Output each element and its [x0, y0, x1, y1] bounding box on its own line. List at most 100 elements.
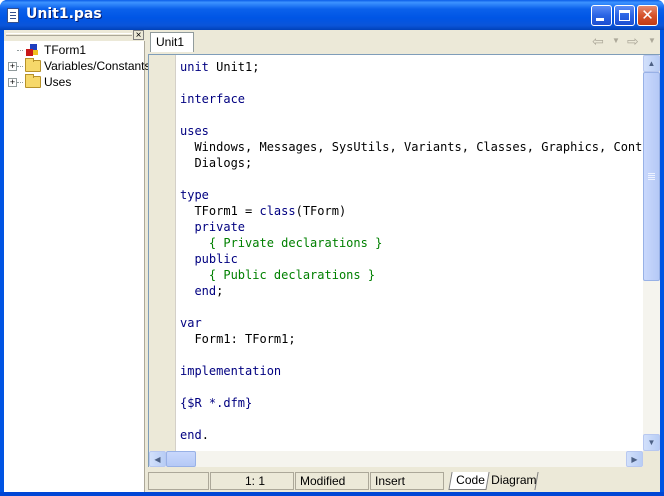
code-line[interactable]: [180, 299, 643, 315]
tree-item[interactable]: + Variables/Constants: [4, 58, 151, 74]
expand-icon[interactable]: +: [8, 62, 17, 71]
code-line[interactable]: type: [180, 187, 643, 203]
code-line[interactable]: { Private declarations }: [180, 235, 643, 251]
code-line[interactable]: [180, 171, 643, 187]
code-line[interactable]: [180, 75, 643, 91]
vertical-scrollbar[interactable]: ▲ ▼: [643, 55, 660, 451]
code-token: TForm1 =: [180, 204, 260, 218]
code-token: .: [201, 428, 209, 442]
forward-arrow-icon[interactable]: ⇨: [627, 33, 639, 49]
tree-connector: [17, 82, 23, 83]
keyword-token: end: [194, 284, 217, 298]
code-line[interactable]: end;: [180, 283, 643, 299]
status-panel-blank: [148, 472, 209, 490]
folder-icon: [25, 74, 41, 88]
title-bar[interactable]: Unit1.pas ✕: [0, 0, 664, 30]
code-line[interactable]: public: [180, 251, 643, 267]
tab-diagram-label: Diagram: [491, 473, 537, 487]
code-token: (TForm): [295, 204, 347, 218]
status-bar: 1: 1 Modified Insert Code Diagram: [148, 470, 660, 492]
insert-mode-indicator: Insert: [370, 472, 444, 490]
code-line[interactable]: var: [180, 315, 643, 331]
expand-icon[interactable]: +: [8, 78, 17, 87]
code-line[interactable]: end.: [180, 427, 643, 443]
keyword-token: unit: [180, 60, 209, 74]
explorer-close-button[interactable]: ×: [133, 30, 144, 41]
code-line[interactable]: uses: [180, 123, 643, 139]
code-line[interactable]: private: [180, 219, 643, 235]
code-line[interactable]: unit Unit1;: [180, 59, 643, 75]
tree-item-label: Variables/Constants: [44, 59, 151, 73]
explorer-tree: TForm1 + Variables/Constants + Uses: [4, 42, 151, 90]
tab-diagram[interactable]: Diagram: [485, 472, 539, 490]
code-line[interactable]: TForm1 = class(TForm): [180, 203, 643, 219]
folder-icon: [25, 58, 41, 72]
scroll-left-button[interactable]: ◀: [149, 451, 166, 467]
keyword-token: uses: [180, 124, 209, 138]
keyword-token: {$R *.dfm}: [180, 396, 253, 410]
scroll-corner: [643, 451, 660, 467]
explorer-header: ×: [4, 30, 145, 41]
minimize-icon: [596, 18, 604, 21]
window-title: Unit1.pas: [26, 6, 102, 22]
keyword-token: type: [180, 188, 209, 202]
code-token: ;: [216, 284, 224, 298]
tab-unit1[interactable]: Unit1: [150, 32, 194, 52]
editor-tab-bar: Unit1 ⇦ ▼ ⇨ ▼: [146, 30, 660, 52]
maximize-button[interactable]: [614, 5, 635, 26]
code-line[interactable]: Windows, Messages, SysUtils, Variants, C…: [180, 139, 643, 155]
keyword-token: end: [180, 428, 202, 442]
keyword-token: private: [194, 220, 246, 234]
code-token: Form1: TForm1;: [180, 332, 296, 346]
horizontal-scrollbar[interactable]: ◀ ▶: [149, 451, 643, 467]
window-frame-bottom: [0, 492, 664, 496]
tree-item[interactable]: + Uses: [4, 74, 144, 90]
code-token: Unit1;: [208, 60, 260, 74]
code-line[interactable]: [180, 411, 643, 427]
code-line[interactable]: { Public declarations }: [180, 267, 643, 283]
close-button[interactable]: ✕: [637, 5, 658, 26]
tree-connector: [17, 66, 23, 67]
code-line[interactable]: interface: [180, 91, 643, 107]
code-line[interactable]: [180, 347, 643, 363]
editor-gutter[interactable]: [149, 55, 176, 451]
forward-dropdown-icon[interactable]: ▼: [648, 33, 656, 49]
keyword-token: implementation: [180, 364, 282, 378]
code-token: Windows, Messages, SysUtils, Variants, C…: [194, 140, 643, 154]
code-editor[interactable]: unit Unit1; interface uses Windows, Mess…: [148, 54, 660, 467]
minimize-button[interactable]: [591, 5, 612, 26]
keyword-token: public: [194, 252, 238, 266]
ide-window: Unit1.pas ✕ × TForm1 + Variables/Constants…: [0, 0, 664, 496]
tab-code[interactable]: Code: [448, 472, 490, 490]
horizontal-scroll-thumb[interactable]: [166, 451, 196, 467]
code-text[interactable]: unit Unit1; interface uses Windows, Mess…: [180, 59, 643, 451]
vertical-scroll-thumb[interactable]: [643, 72, 660, 281]
code-line[interactable]: Form1: TForm1;: [180, 331, 643, 347]
drag-grip[interactable]: [6, 33, 132, 36]
tree-connector: [17, 50, 23, 51]
code-line[interactable]: {$R *.dfm}: [180, 395, 643, 411]
keyword-token: interface: [180, 92, 246, 106]
keyword-token: class: [259, 204, 296, 218]
code-explorer: × TForm1 + Variables/Constants + Uses: [4, 30, 151, 492]
client-area: × TForm1 + Variables/Constants + Uses Unit1 …: [4, 30, 660, 492]
back-dropdown-icon[interactable]: ▼: [612, 33, 620, 49]
code-line[interactable]: [180, 379, 643, 395]
code-line[interactable]: implementation: [180, 363, 643, 379]
tree-item-label: Uses: [44, 75, 72, 89]
code-line[interactable]: [180, 107, 643, 123]
cursor-position: 1: 1: [210, 472, 294, 490]
scroll-right-button[interactable]: ▶: [626, 451, 643, 467]
back-arrow-icon[interactable]: ⇦: [592, 33, 604, 49]
tab-code-label: Code: [456, 473, 485, 487]
keyword-token: var: [180, 316, 202, 330]
tree-item[interactable]: TForm1: [4, 42, 144, 58]
scroll-down-button[interactable]: ▼: [643, 434, 660, 451]
code-line[interactable]: Dialogs;: [180, 155, 643, 171]
scroll-up-button[interactable]: ▲: [643, 55, 660, 72]
comment-token: { Public declarations }: [180, 268, 376, 282]
document-icon: [7, 8, 19, 23]
